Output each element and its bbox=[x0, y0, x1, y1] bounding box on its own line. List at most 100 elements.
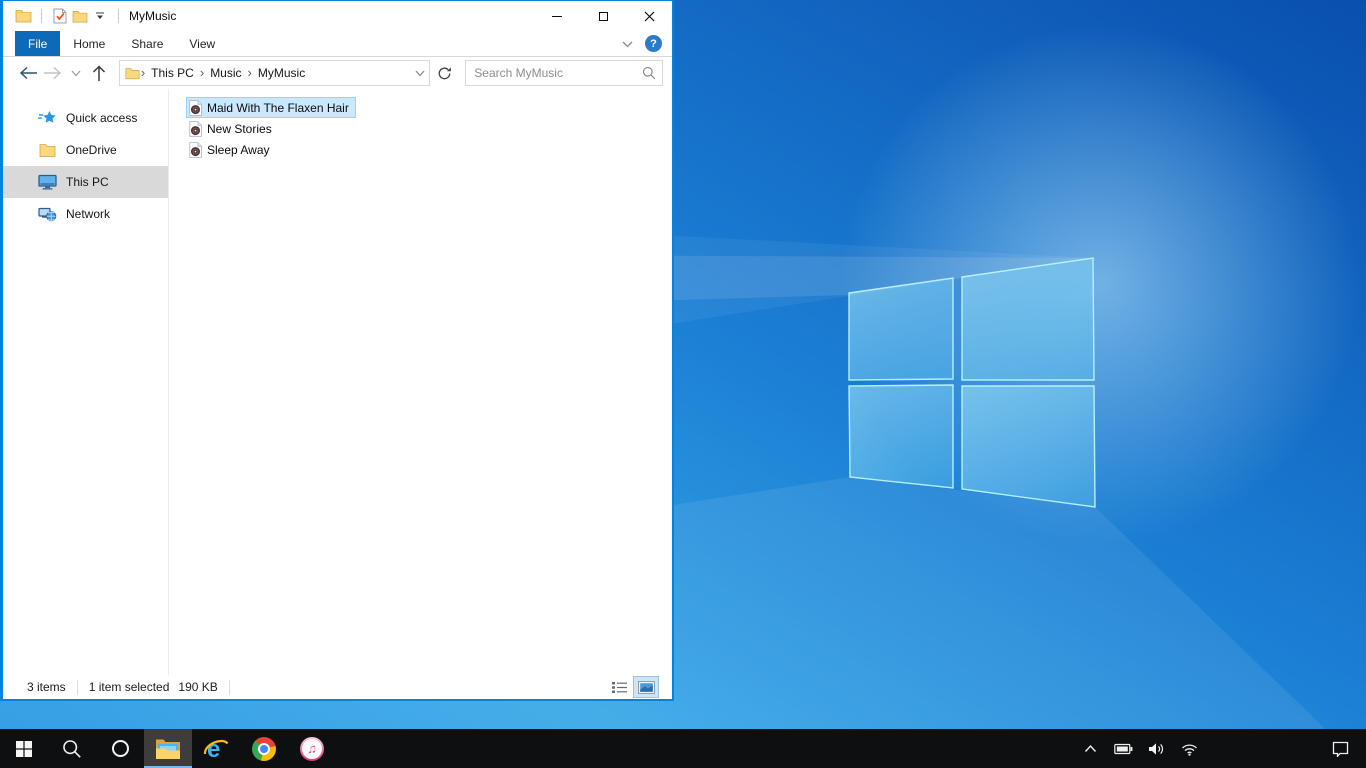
taskbar-chrome-button[interactable] bbox=[240, 729, 288, 768]
file-row-sleep-away[interactable]: Sleep Away bbox=[186, 139, 277, 160]
recent-locations-dropdown[interactable] bbox=[64, 61, 87, 85]
search-input[interactable] bbox=[474, 66, 643, 80]
sidebar-item-label: Quick access bbox=[66, 111, 138, 125]
minimize-icon bbox=[552, 15, 562, 17]
close-button[interactable] bbox=[626, 1, 672, 31]
window-menu-icon[interactable] bbox=[13, 5, 33, 27]
taskbar-file-explorer-button[interactable] bbox=[144, 729, 192, 768]
chevron-down-icon bbox=[96, 12, 104, 19]
sidebar-item-label: This PC bbox=[66, 175, 109, 189]
chrome-icon bbox=[252, 736, 276, 761]
separator bbox=[228, 679, 230, 695]
breadcrumb-this-pc[interactable]: This PC bbox=[146, 66, 199, 80]
arrow-up-icon bbox=[93, 64, 106, 81]
breadcrumb-mymusic[interactable]: MyMusic bbox=[253, 66, 310, 80]
this-pc-monitor-icon bbox=[38, 174, 57, 190]
ribbon-expand-button[interactable] bbox=[622, 35, 633, 53]
selection-count: 1 item selected bbox=[88, 680, 170, 694]
cortana-circle-icon bbox=[111, 740, 129, 757]
sidebar-item-label: Network bbox=[66, 207, 111, 221]
close-icon bbox=[644, 11, 654, 21]
system-tray bbox=[1078, 729, 1366, 768]
forward-button[interactable] bbox=[40, 61, 63, 85]
battery-icon[interactable] bbox=[1111, 729, 1135, 768]
address-dropdown-button[interactable] bbox=[415, 64, 425, 82]
tab-share[interactable]: Share bbox=[118, 31, 176, 56]
title-bar: MyMusic bbox=[3, 1, 672, 31]
maximize-button[interactable] bbox=[580, 1, 626, 31]
network-icon bbox=[38, 206, 57, 222]
chevron-down-icon bbox=[415, 70, 425, 77]
window-title: MyMusic bbox=[129, 9, 177, 23]
new-folder-icon bbox=[72, 10, 88, 22]
refresh-button[interactable] bbox=[434, 61, 456, 85]
internet-explorer-icon: e bbox=[203, 736, 229, 762]
breadcrumb-music[interactable]: Music bbox=[205, 66, 246, 80]
sidebar-item-onedrive[interactable]: OneDrive bbox=[3, 134, 168, 166]
chevron-down-icon bbox=[71, 70, 81, 76]
taskbar-itunes-button[interactable]: ♫ bbox=[288, 729, 336, 768]
search-box bbox=[465, 60, 664, 86]
folder-icon bbox=[125, 67, 140, 79]
tab-home[interactable]: Home bbox=[60, 31, 118, 56]
file-explorer-window: MyMusic File Home Share View ? › This PC… bbox=[0, 0, 674, 701]
chevron-up-icon bbox=[1084, 744, 1096, 752]
taskbar-search-button[interactable] bbox=[48, 729, 96, 768]
address-bar[interactable]: This PC Music MyMusic bbox=[118, 60, 430, 86]
ribbon-tab-row: File Home Share View ? bbox=[3, 31, 672, 57]
screen: MyMusic File Home Share View ? › This PC… bbox=[0, 0, 1366, 768]
separator bbox=[118, 9, 119, 23]
sidebar-item-network[interactable]: Network bbox=[3, 198, 168, 230]
action-center-icon[interactable] bbox=[1328, 729, 1352, 768]
file-name: Maid With The Flaxen Hair bbox=[207, 100, 349, 115]
windows-start-icon bbox=[16, 740, 32, 757]
tab-file[interactable]: File bbox=[15, 31, 61, 56]
folder-icon bbox=[15, 10, 31, 23]
arrow-right-icon bbox=[43, 66, 61, 80]
details-view-button[interactable] bbox=[607, 677, 631, 697]
start-button[interactable] bbox=[0, 729, 48, 768]
volume-icon[interactable] bbox=[1144, 729, 1168, 768]
search-icon bbox=[63, 739, 81, 758]
search-icon[interactable] bbox=[642, 66, 656, 80]
sidebar-item-label: OneDrive bbox=[66, 143, 117, 157]
address-row: This PC Music MyMusic bbox=[3, 57, 672, 89]
audio-file-icon bbox=[189, 120, 202, 137]
separator bbox=[76, 679, 78, 695]
audio-file-icon bbox=[189, 99, 202, 116]
help-button[interactable]: ? bbox=[645, 35, 662, 52]
file-name: New Stories bbox=[207, 121, 272, 136]
properties-check-icon bbox=[53, 8, 67, 24]
navigation-pane: Quick access OneDrive This PC Network bbox=[3, 89, 169, 675]
onedrive-folder-icon bbox=[38, 143, 57, 158]
up-button[interactable] bbox=[87, 61, 110, 85]
sidebar-item-quick-access[interactable]: Quick access bbox=[3, 102, 168, 134]
taskbar-internet-explorer-button[interactable]: e bbox=[192, 729, 240, 768]
item-count: 3 items bbox=[27, 680, 66, 694]
arrow-left-icon bbox=[20, 66, 38, 80]
sidebar-item-this-pc[interactable]: This PC bbox=[3, 166, 168, 198]
selection-size: 190 KB bbox=[178, 680, 218, 694]
qat-properties-button[interactable] bbox=[50, 5, 70, 27]
qat-customize-dropdown-button[interactable] bbox=[90, 5, 110, 27]
show-hidden-icons-button[interactable] bbox=[1078, 729, 1102, 768]
file-list: Maid With The Flaxen Hair New Stories Sl… bbox=[169, 89, 672, 675]
music-note-glyph: ♫ bbox=[307, 741, 317, 756]
qat-new-folder-button[interactable] bbox=[70, 5, 90, 27]
window-content: Quick access OneDrive This PC Network Ma… bbox=[3, 89, 672, 675]
status-bar: 3 items 1 item selected 190 KB bbox=[3, 675, 672, 699]
thumbnail-view-icon bbox=[637, 680, 655, 694]
tab-view[interactable]: View bbox=[176, 31, 228, 56]
cortana-button[interactable] bbox=[96, 729, 144, 768]
chevron-down-icon bbox=[622, 41, 633, 47]
file-row-maid-with-the-flaxen-hair[interactable]: Maid With The Flaxen Hair bbox=[186, 97, 356, 118]
back-button[interactable] bbox=[17, 61, 40, 85]
separator bbox=[41, 9, 42, 23]
audio-file-icon bbox=[189, 141, 202, 158]
svg-text:e: e bbox=[207, 736, 220, 762]
maximize-icon bbox=[598, 11, 608, 21]
file-row-new-stories[interactable]: New Stories bbox=[186, 118, 279, 139]
large-icons-view-button[interactable] bbox=[633, 676, 659, 698]
wifi-icon[interactable] bbox=[1177, 729, 1201, 768]
minimize-button[interactable] bbox=[534, 1, 580, 31]
